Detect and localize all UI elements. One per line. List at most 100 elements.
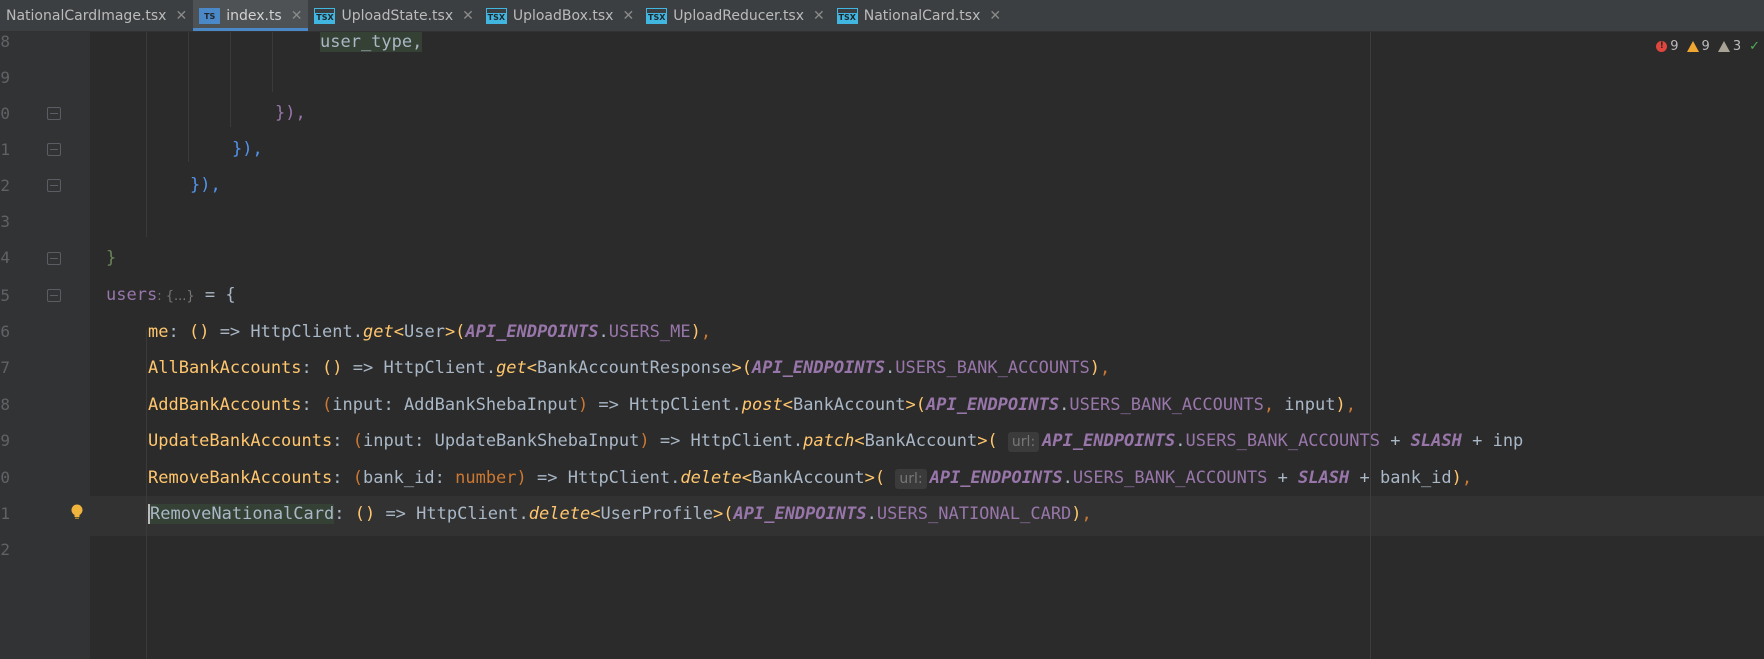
- line-number: 0: [0, 468, 10, 487]
- code-token: API_ENDPOINTS: [751, 358, 886, 378]
- code-token: BankAccount: [752, 468, 865, 488]
- code-token: BankAccountResponse: [537, 358, 732, 378]
- parameter-hint: url:: [895, 469, 927, 489]
- code-line: AddBankAccounts: (input: AddBankShebaInp…: [148, 395, 1356, 415]
- line-number: 0: [0, 104, 10, 123]
- typescript-file-icon: [199, 7, 221, 24]
- tsx-file-icon: [646, 7, 668, 24]
- code-token: AddBankAccounts: [148, 395, 302, 415]
- tab-label: UploadBox.tsx: [512, 7, 614, 24]
- code-token: inp: [1492, 431, 1524, 451]
- tab-label: NationalCardImage.tsx: [6, 7, 167, 24]
- code-token: BankAccount: [792, 395, 906, 415]
- fold-marker-icon[interactable]: [47, 252, 61, 265]
- tab-uploadbox[interactable]: UploadBox.tsx ✕: [480, 0, 640, 31]
- code-token: me: [148, 322, 169, 342]
- code-line: user_type,: [320, 31, 423, 53]
- code-token: UpdateBankAccounts: [148, 431, 333, 451]
- code-token: post: [741, 395, 783, 415]
- code-token: AllBankAccounts: [148, 358, 302, 378]
- checkmark-icon[interactable]: ✓: [1749, 39, 1760, 54]
- indent-guide: [230, 32, 231, 127]
- close-icon[interactable]: ✕: [175, 8, 187, 24]
- code-token: API_ENDPOINTS: [929, 468, 1063, 488]
- tab-index-ts[interactable]: index.ts ✕: [193, 0, 309, 31]
- code-token: HttpClient: [416, 504, 519, 524]
- code-line: users: {...} = {: [106, 284, 236, 308]
- indent-guide: [272, 32, 273, 92]
- weak-warning-count[interactable]: 3: [1717, 39, 1741, 54]
- code-token: USERS_BANK_ACCOUNTS: [1072, 468, 1268, 488]
- line-number: 1: [0, 504, 10, 523]
- code-token: user_type,: [320, 32, 423, 52]
- line-number: 8: [0, 395, 10, 414]
- code-line: me: () => HttpClient.get<User>(API_ENDPO…: [148, 322, 712, 342]
- right-margin-guide: [1370, 32, 1371, 659]
- code-token: API_ENDPOINTS: [733, 504, 867, 524]
- code-token: bank_id: [362, 468, 435, 488]
- error-count[interactable]: ! 9: [1656, 39, 1679, 54]
- code-token: SLASH: [1410, 431, 1462, 451]
- indent-guide: [146, 32, 147, 237]
- line-number: 3: [0, 212, 10, 231]
- close-icon[interactable]: ✕: [989, 8, 1001, 24]
- code-token: API_ENDPOINTS: [926, 395, 1060, 415]
- fold-marker-icon[interactable]: [47, 107, 61, 120]
- tab-uploadreducer[interactable]: UploadReducer.tsx ✕: [640, 0, 831, 31]
- code-token: HttpClient: [567, 468, 671, 488]
- fold-marker-icon[interactable]: [47, 289, 61, 302]
- code-token: patch: [803, 431, 855, 451]
- code-token: RemoveNationalCard: [150, 504, 335, 524]
- code-line: RemoveNationalCard: () => HttpClient.del…: [148, 504, 1092, 524]
- tab-nationalcard[interactable]: NationalCard.tsx ✕: [831, 0, 1007, 31]
- code-line: }),: [232, 139, 263, 159]
- code-editor[interactable]: 8 9 0 1 2 3 4 5 6 7 8 9 0 1 2 user_type,…: [0, 32, 1764, 659]
- code-token: = {: [194, 285, 236, 305]
- fold-marker-icon[interactable]: [47, 143, 61, 156]
- warning-icon: [1686, 41, 1699, 52]
- code-token: RemoveBankAccounts: [148, 468, 333, 488]
- error-count-label: 9: [1670, 39, 1679, 54]
- code-token: number: [455, 468, 517, 488]
- code-line: UpdateBankAccounts: (input: UpdateBankSh…: [148, 431, 1524, 452]
- indent-guide: [188, 32, 189, 162]
- code-token: HttpClient: [690, 431, 793, 451]
- close-icon[interactable]: ✕: [813, 8, 825, 24]
- code-token: USERS_BANK_ACCOUNTS: [895, 358, 1090, 378]
- tab-label: NationalCard.tsx: [863, 7, 981, 24]
- type-hint: : {...}: [157, 289, 195, 304]
- fold-marker-icon[interactable]: [47, 179, 61, 192]
- lightbulb-icon[interactable]: [70, 504, 84, 520]
- inspection-widget[interactable]: ! 9 9 3 ✓: [1648, 39, 1764, 54]
- close-icon[interactable]: ✕: [291, 8, 303, 24]
- tsx-file-icon: [314, 7, 336, 24]
- tsx-file-icon: [836, 7, 858, 24]
- editor-tab-bar: NationalCardImage.tsx ✕ index.ts ✕ Uploa…: [0, 0, 1764, 32]
- line-number: 9: [0, 431, 10, 450]
- code-token: HttpClient: [383, 358, 486, 378]
- code-line: }),: [190, 175, 221, 195]
- close-icon[interactable]: ✕: [622, 8, 634, 24]
- code-token: HttpClient: [629, 395, 732, 415]
- code-token: USERS_BANK_ACCOUNTS: [1185, 431, 1380, 451]
- code-line: RemoveBankAccounts: (bank_id: number) =>…: [148, 468, 1473, 489]
- tab-nationalcardimage[interactable]: NationalCardImage.tsx ✕: [0, 0, 193, 31]
- line-number: 9: [0, 68, 10, 87]
- tab-uploadstate[interactable]: UploadState.tsx ✕: [308, 0, 479, 31]
- line-number: 4: [0, 248, 10, 267]
- line-number: 7: [0, 358, 10, 377]
- close-icon[interactable]: ✕: [462, 8, 474, 24]
- line-number: 1: [0, 140, 10, 159]
- code-token: SLASH: [1298, 468, 1350, 488]
- code-token: BankAccount: [864, 431, 978, 451]
- warning-count[interactable]: 9: [1686, 39, 1710, 54]
- line-number: 8: [0, 32, 10, 51]
- tab-label: UploadState.tsx: [341, 7, 454, 24]
- code-token: bank_id: [1380, 468, 1452, 488]
- tsx-file-icon: [485, 7, 507, 24]
- code-token: delete: [680, 468, 742, 488]
- line-number: 6: [0, 322, 10, 341]
- code-token: delete: [528, 504, 591, 524]
- code-line: AllBankAccounts: () => HttpClient.get<Ba…: [148, 358, 1111, 378]
- weak-warning-icon: [1717, 41, 1730, 52]
